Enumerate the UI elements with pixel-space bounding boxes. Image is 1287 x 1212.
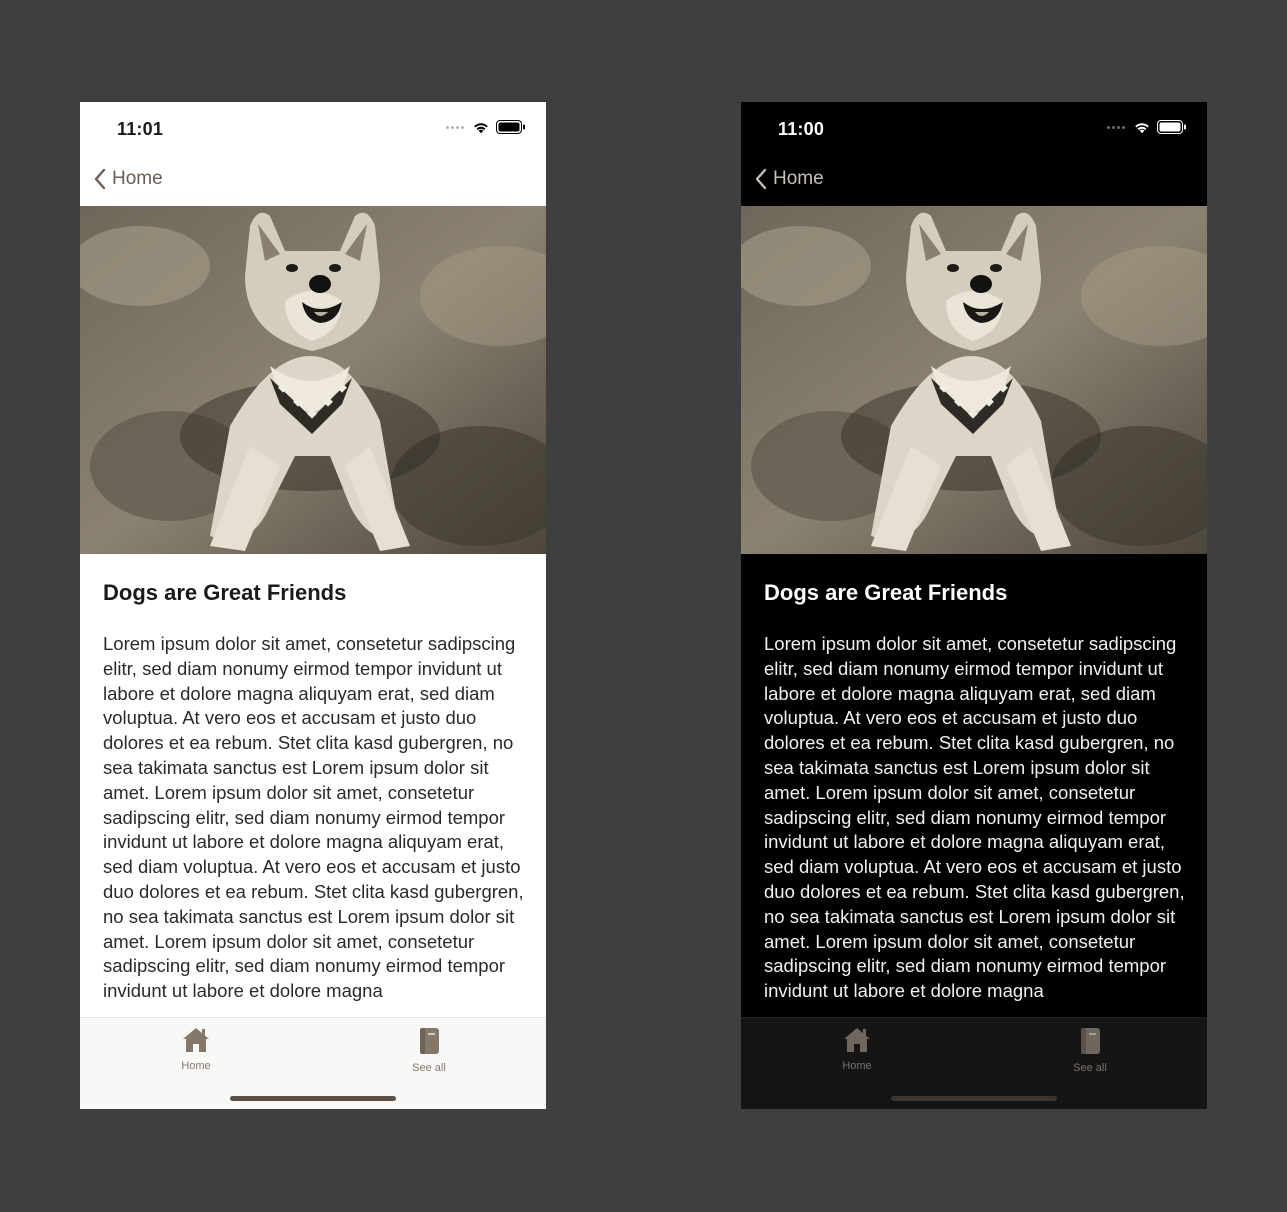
back-button-label: Home	[773, 168, 824, 189]
article-title: Dogs are Great Friends	[764, 580, 1008, 605]
cellular-signal-icon	[446, 125, 464, 129]
back-button[interactable]: Home	[94, 168, 163, 190]
tab-bar: Home See all	[741, 1017, 1207, 1109]
battery-icon	[1157, 120, 1186, 134]
wifi-icon	[474, 123, 488, 134]
house-icon	[183, 1028, 209, 1052]
back-button[interactable]: Home	[755, 168, 824, 190]
wifi-icon	[1135, 123, 1149, 134]
status-icons	[1107, 120, 1187, 134]
chevron-left-icon	[755, 168, 767, 190]
navigation-bar: Home	[80, 156, 546, 206]
article-content[interactable]: Dogs are Great Friends Lorem ipsum dolor…	[80, 554, 546, 1017]
home-indicator[interactable]	[230, 1096, 396, 1101]
status-time: 11:00	[778, 119, 825, 139]
dog-photo	[80, 206, 546, 554]
house-icon	[844, 1028, 870, 1052]
tab-see-all[interactable]: See all	[1045, 1026, 1135, 1074]
home-indicator[interactable]	[891, 1096, 1057, 1101]
article-content[interactable]: Dogs are Great Friends Lorem ipsum dolor…	[741, 554, 1207, 1017]
article-body: Lorem ipsum dolor sit amet, consetetur s…	[764, 633, 1185, 1002]
tab-see-all-label: See all	[1073, 1062, 1107, 1074]
tab-see-all[interactable]: See all	[384, 1026, 474, 1074]
tab-home[interactable]: Home	[151, 1026, 241, 1072]
tab-home[interactable]: Home	[812, 1026, 902, 1072]
status-bar: 11:00	[741, 102, 1207, 156]
status-bar: 11:01	[80, 102, 546, 156]
cellular-signal-icon	[1107, 125, 1125, 129]
back-button-label: Home	[112, 168, 163, 189]
article-title: Dogs are Great Friends	[103, 580, 347, 605]
phone-screen-light: 11:01 Home Dogs are Great Friends Lorem …	[80, 102, 546, 1109]
tab-home-label: Home	[181, 1060, 211, 1072]
book-icon	[1081, 1028, 1100, 1054]
book-icon	[420, 1028, 439, 1054]
chevron-left-icon	[94, 168, 106, 190]
tab-bar: Home See all	[80, 1017, 546, 1109]
tab-home-label: Home	[842, 1060, 872, 1072]
battery-icon	[496, 120, 525, 134]
navigation-bar: Home	[741, 156, 1207, 206]
dog-photo	[741, 206, 1207, 554]
article-body: Lorem ipsum dolor sit amet, consetetur s…	[103, 633, 524, 1002]
status-time: 11:01	[117, 119, 164, 139]
phone-screen-dark: 11:00 Home Dogs are Great Friends Lorem …	[741, 102, 1207, 1109]
status-icons	[446, 120, 526, 134]
tab-see-all-label: See all	[412, 1062, 446, 1074]
